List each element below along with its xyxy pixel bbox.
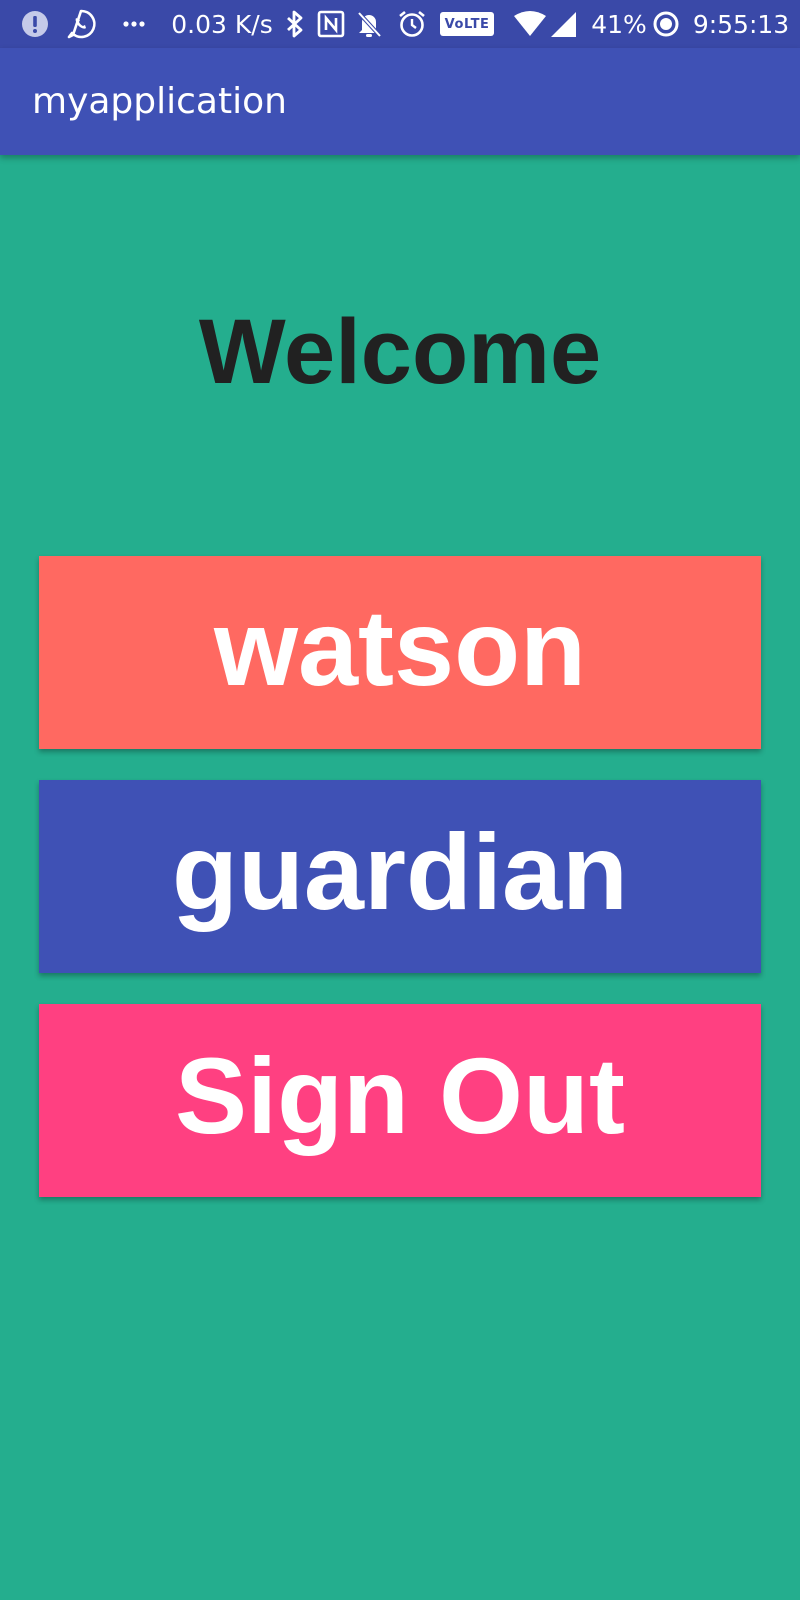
guardian-button[interactable]: guardian [39, 780, 761, 973]
more-dots-icon [122, 0, 146, 48]
watson-button-label: watson [213, 586, 587, 708]
status-bar: 0.03 K/s VoLTE 41% 9:55:13 [0, 0, 800, 48]
network-speed: 0.03 K/s [171, 9, 273, 39]
notifications-off-icon [354, 0, 384, 48]
welcome-heading: Welcome [198, 301, 602, 403]
app-title: myapplication [32, 81, 287, 122]
volte-icon: VoLTE [439, 0, 495, 48]
guardian-button-label: guardian [171, 810, 629, 932]
nfc-icon [316, 0, 346, 48]
wifi-icon [512, 0, 548, 48]
sign-out-button-label: Sign Out [175, 1034, 625, 1156]
sign-out-button[interactable]: Sign Out [39, 1004, 761, 1197]
alarm-icon [396, 0, 428, 48]
battery-percent: 41% [591, 9, 647, 39]
clock: 9:55:13 [692, 9, 790, 39]
app-screen: 0.03 K/s VoLTE 41% 9:55:13 myapplication… [0, 0, 800, 1600]
alert-icon [20, 0, 50, 48]
volte-label: VoLTE [444, 16, 490, 32]
battery-icon [650, 0, 682, 48]
signal-icon [548, 0, 578, 48]
app-bar: myapplication [0, 48, 800, 155]
whatsapp-icon [64, 0, 98, 48]
bluetooth-icon [284, 0, 306, 48]
watson-button[interactable]: watson [39, 556, 761, 749]
